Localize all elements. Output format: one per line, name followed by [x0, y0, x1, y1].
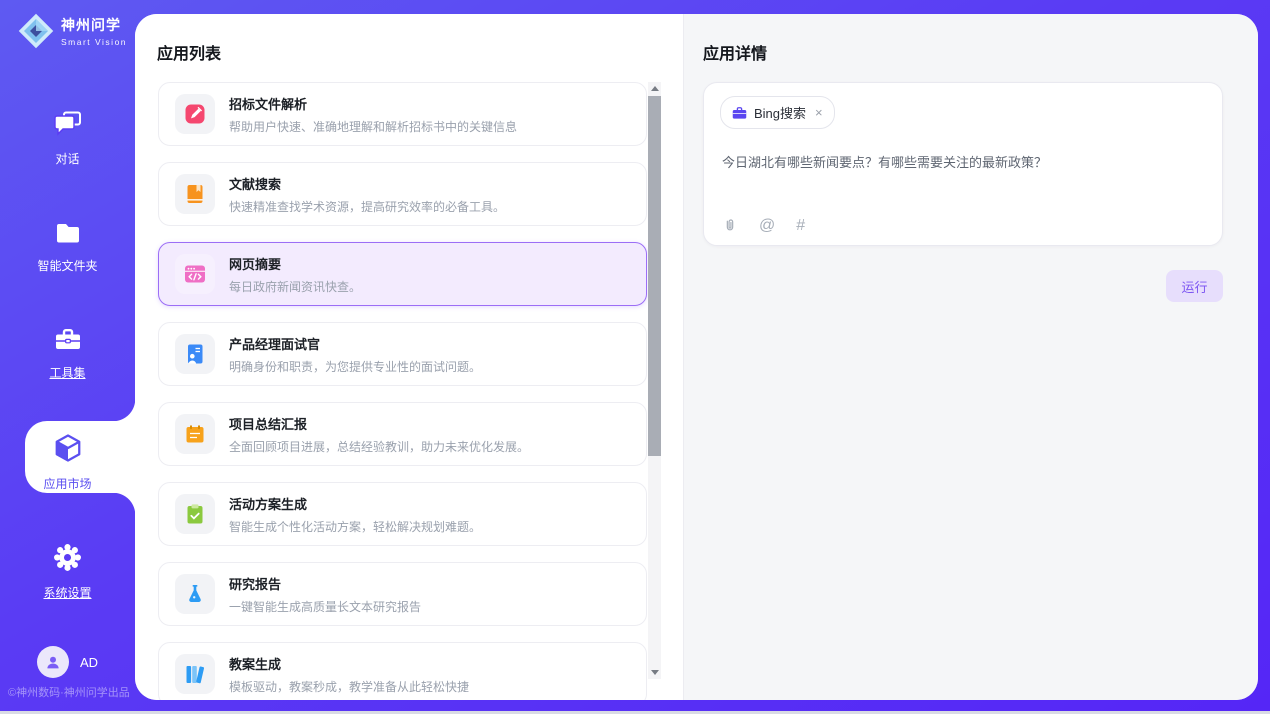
app-card-event-plan[interactable]: 活动方案生成 智能生成个性化活动方案，轻松解决规划难题。 — [158, 482, 647, 546]
app-window: 神州问学 Smart Vision 对话 智能文件夹 — [0, 0, 1270, 714]
sidebar-item-label: 智能文件夹 — [0, 257, 135, 274]
app-detail-pane: 应用详情 Bing搜索 × 今日湖北有哪些新闻要点？有哪些需要关注的最新政策？ — [683, 14, 1258, 700]
app-icon-tile — [175, 654, 215, 694]
user-account[interactable]: AD — [37, 646, 98, 678]
mention-icon[interactable]: @ — [759, 218, 775, 234]
brand-subtitle: Smart Vision — [61, 37, 127, 47]
app-icon-tile — [175, 574, 215, 614]
app-card-list: 招标文件解析 帮助用户快速、准确地理解和解析招标书中的关键信息 文献搜索 — [158, 82, 647, 700]
pen-square-icon — [183, 102, 207, 126]
tag-close-icon[interactable]: × — [815, 106, 823, 119]
app-card-web-summary[interactable]: 网页摘要 每日政府新闻资讯快查。 — [158, 242, 647, 306]
scrollbar-thumb[interactable] — [648, 96, 661, 456]
app-card-description: 帮助用户快速、准确地理解和解析招标书中的关键信息 — [229, 118, 517, 135]
app-list-title: 应用列表 — [157, 40, 221, 64]
app-card-description: 每日政府新闻资讯快查。 — [229, 278, 361, 295]
app-card-title: 活动方案生成 — [229, 494, 481, 513]
topic-icon[interactable]: # — [796, 218, 805, 234]
scroll-up-arrow[interactable] — [648, 82, 661, 95]
run-button[interactable]: 运行 — [1166, 270, 1223, 302]
content-panel: 应用列表 招标文件解析 帮助用户快速、准确地理解和解析招标书中的关键信息 — [135, 14, 1258, 700]
sidebar-item-toolbox[interactable]: 工具集 — [0, 327, 135, 381]
briefcase-icon — [732, 106, 747, 120]
app-card-pm-interviewer[interactable]: 产品经理面试官 明确身份和职责，为您提供专业性的面试问题。 — [158, 322, 647, 386]
chat-icon — [54, 111, 82, 138]
sidebar: 神州问学 Smart Vision 对话 智能文件夹 — [0, 0, 135, 714]
sidebar-item-label: 系统设置 — [0, 584, 135, 601]
gear-icon — [53, 543, 82, 572]
books-icon — [183, 662, 207, 686]
sidebar-item-smart-folder[interactable]: 智能文件夹 — [0, 221, 135, 274]
app-list-scrollbar[interactable] — [648, 82, 661, 679]
app-icon-tile — [175, 334, 215, 374]
app-card-description: 快速精准查找学术资源，提高研究效率的必备工具。 — [229, 198, 505, 215]
sidebar-item-chat[interactable]: 对话 — [0, 111, 135, 167]
clipboard-icon — [183, 502, 207, 526]
app-card-lesson-plan[interactable]: 教案生成 模板驱动，教案秒成，教学准备从此轻松快捷 — [158, 642, 647, 700]
input-toolbar: @ # — [722, 217, 805, 234]
app-card-description: 模板驱动，教案秒成，教学准备从此轻松快捷 — [229, 678, 469, 695]
avatar — [37, 646, 69, 678]
browser-icon — [183, 262, 207, 286]
app-card-research-report[interactable]: 研究报告 一键智能生成高质量长文本研究报告 — [158, 562, 647, 626]
note-icon — [183, 422, 207, 446]
sidebar-item-label: 对话 — [0, 150, 135, 167]
app-card-title: 教案生成 — [229, 654, 469, 673]
sidebar-item-label: 应用市场 — [0, 475, 135, 492]
tool-tag-label: Bing搜索 — [754, 103, 806, 122]
interview-icon — [183, 342, 207, 366]
user-initials: AD — [80, 655, 98, 670]
app-icon-tile — [175, 414, 215, 454]
app-card-description: 智能生成个性化活动方案，轻松解决规划难题。 — [229, 518, 481, 535]
app-card-literature-search[interactable]: 文献搜索 快速精准查找学术资源，提高研究效率的必备工具。 — [158, 162, 647, 226]
folder-icon — [54, 221, 82, 245]
brand-diamond-icon — [18, 13, 54, 49]
app-icon-tile — [175, 174, 215, 214]
question-text[interactable]: 今日湖北有哪些新闻要点？有哪些需要关注的最新政策？ — [722, 152, 1202, 171]
app-icon-tile — [175, 94, 215, 134]
app-card-bid-analysis[interactable]: 招标文件解析 帮助用户快速、准确地理解和解析招标书中的关键信息 — [158, 82, 647, 146]
research-icon — [183, 582, 207, 606]
attachment-icon[interactable] — [722, 217, 738, 234]
cube-icon — [53, 433, 83, 463]
brand-logo: 神州问学 Smart Vision — [18, 13, 127, 49]
app-card-title: 文献搜索 — [229, 174, 505, 193]
copyright-footer: ©神州数码·神州问学出品 — [8, 684, 130, 700]
app-card-title: 项目总结汇报 — [229, 414, 529, 433]
app-card-title: 研究报告 — [229, 574, 421, 593]
app-detail-title: 应用详情 — [703, 40, 767, 64]
app-icon-tile — [175, 494, 215, 534]
app-card-description: 全面回顾项目进展，总结经验教训，助力未来优化发展。 — [229, 438, 529, 455]
person-icon — [44, 653, 62, 671]
tool-tag-bing-search[interactable]: Bing搜索 × — [720, 96, 835, 129]
app-card-title: 网页摘要 — [229, 254, 361, 273]
sidebar-item-label: 工具集 — [0, 364, 135, 381]
app-card-description: 明确身份和职责，为您提供专业性的面试问题。 — [229, 358, 481, 375]
app-card-title: 招标文件解析 — [229, 94, 517, 113]
app-icon-tile — [175, 254, 215, 294]
question-input-card[interactable]: Bing搜索 × 今日湖北有哪些新闻要点？有哪些需要关注的最新政策？ @ # — [703, 82, 1223, 246]
toolbox-icon — [54, 327, 82, 352]
scroll-down-arrow[interactable] — [648, 666, 661, 679]
app-list-pane: 应用列表 招标文件解析 帮助用户快速、准确地理解和解析招标书中的关键信息 — [135, 14, 683, 700]
sidebar-item-app-market[interactable]: 应用市场 — [0, 433, 135, 492]
app-card-project-summary[interactable]: 项目总结汇报 全面回顾项目进展，总结经验教训，助力未来优化发展。 — [158, 402, 647, 466]
book-icon — [183, 182, 207, 206]
app-card-title: 产品经理面试官 — [229, 334, 481, 353]
app-card-description: 一键智能生成高质量长文本研究报告 — [229, 598, 421, 615]
brand-name: 神州问学 — [61, 15, 127, 35]
sidebar-item-settings[interactable]: 系统设置 — [0, 543, 135, 601]
